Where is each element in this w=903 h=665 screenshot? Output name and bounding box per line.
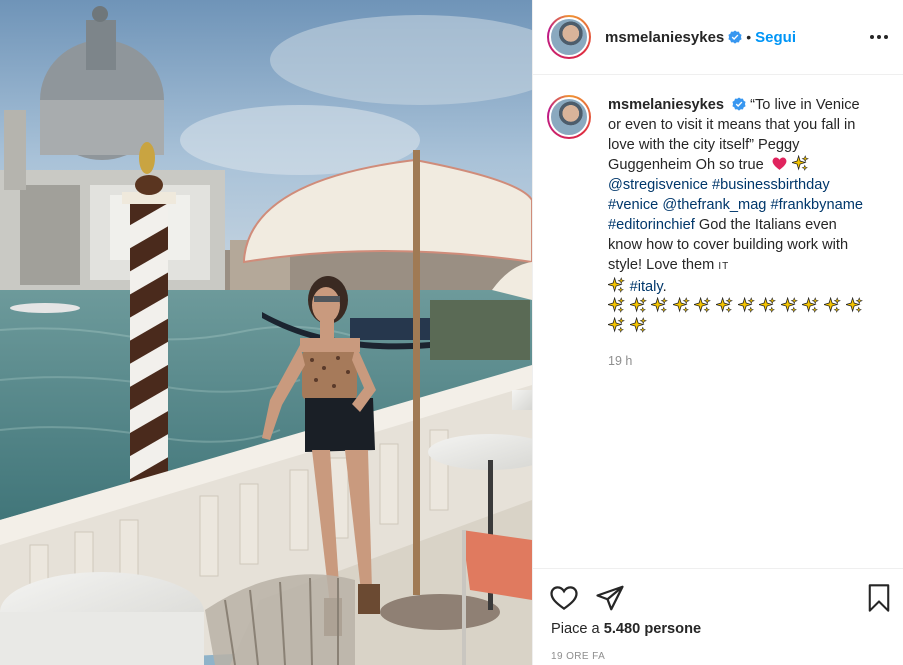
sparkles-row (608, 299, 867, 335)
sparkles-icon (824, 297, 841, 314)
sparkles-icon (608, 277, 625, 294)
sparkles-icon (738, 297, 755, 314)
save-button[interactable] (865, 583, 895, 613)
hashtag-venice[interactable]: #venice (608, 197, 658, 213)
italy-flag: IT (718, 261, 730, 272)
post-side-panel: msmelaniesykes • Segui msmelaniesykes “T… (532, 0, 903, 665)
venice-photo (0, 0, 532, 665)
relative-time[interactable]: 19 h (608, 351, 874, 371)
caption: msmelaniesykes “To live in Venice or eve… (608, 95, 874, 568)
likes-prefix: Piace a (551, 621, 600, 637)
sparkles-icon (630, 297, 647, 314)
mention-stregisvenice[interactable]: @stregisvenice (608, 177, 708, 193)
caption-username[interactable]: msmelaniesykes (608, 97, 724, 113)
post-timestamp[interactable]: 19 ORE FA (551, 651, 605, 662)
post-actions: Piace a 5.480 persone 19 ORE FA (533, 568, 903, 665)
sparkles-icon (694, 297, 711, 314)
sparkles-icon (608, 297, 625, 314)
avatar[interactable] (547, 15, 591, 59)
caption-text-3: . (662, 279, 667, 295)
verified-badge-icon (732, 97, 746, 111)
hashtag-businessbirthday[interactable]: #businessbirthday (712, 177, 830, 193)
sparkles-icon (781, 297, 798, 314)
sparkles-icon (608, 317, 625, 334)
sparkles-icon (759, 297, 776, 314)
verified-badge-icon (728, 30, 742, 44)
bookmark-icon (868, 584, 890, 612)
more-options-button[interactable] (864, 22, 894, 52)
heart-icon (550, 586, 578, 611)
hashtag-frankbyname[interactable]: #frankbyname (771, 197, 863, 213)
caption-avatar[interactable] (547, 95, 591, 139)
separator-dot: • (746, 29, 752, 45)
red-heart-icon (772, 157, 787, 170)
mention-thefrank-mag[interactable]: @thefrank_mag (662, 197, 766, 213)
share-button[interactable] (595, 583, 625, 613)
post-photo[interactable] (0, 0, 532, 665)
sparkles-icon (716, 297, 733, 314)
send-icon (596, 585, 624, 611)
header-username[interactable]: msmelaniesykes (605, 29, 724, 46)
follow-button[interactable]: Segui (755, 29, 796, 46)
sparkles-icon (846, 297, 863, 314)
sparkles-icon (792, 155, 809, 172)
likes-count[interactable]: Piace a 5.480 persone (551, 621, 701, 637)
post-header: msmelaniesykes • Segui (533, 0, 903, 75)
sparkles-icon (673, 297, 690, 314)
hashtag-editorinchief[interactable]: #editorinchief (608, 217, 695, 233)
like-button[interactable] (549, 583, 579, 613)
hashtag-italy[interactable]: #italy (630, 279, 663, 295)
sparkles-icon (651, 297, 668, 314)
caption-area: msmelaniesykes “To live in Venice or eve… (533, 75, 903, 568)
more-horizontal-icon (870, 35, 888, 39)
likes-number[interactable]: 5.480 persone (604, 621, 701, 637)
sparkles-icon (630, 317, 647, 334)
sparkles-icon (802, 297, 819, 314)
